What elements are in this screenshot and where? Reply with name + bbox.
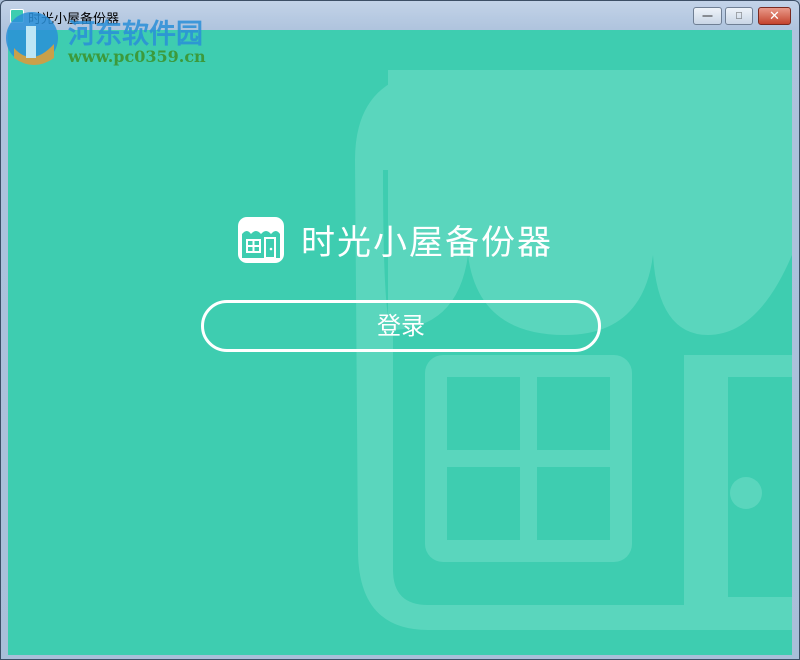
- shop-logo-icon: [237, 216, 285, 264]
- close-icon: ✕: [769, 8, 780, 24]
- maximize-button[interactable]: □: [725, 7, 753, 25]
- minimize-icon: —: [703, 11, 713, 22]
- main-content: 时光小屋备份器 登录: [8, 30, 792, 655]
- door-knob-shape: [730, 477, 762, 509]
- maximize-icon: □: [736, 11, 742, 22]
- minimize-button[interactable]: —: [693, 7, 722, 25]
- brand-header: 时光小屋备份器: [8, 215, 792, 269]
- close-button[interactable]: ✕: [758, 7, 791, 25]
- app-name: 时光小屋备份器: [301, 215, 553, 264]
- login-button[interactable]: 登录: [201, 300, 601, 352]
- watermark-logo-icon: [4, 8, 64, 68]
- watermark-url: www.pc0359.cn: [68, 47, 206, 66]
- watermark-name: 河东软件园: [68, 12, 203, 51]
